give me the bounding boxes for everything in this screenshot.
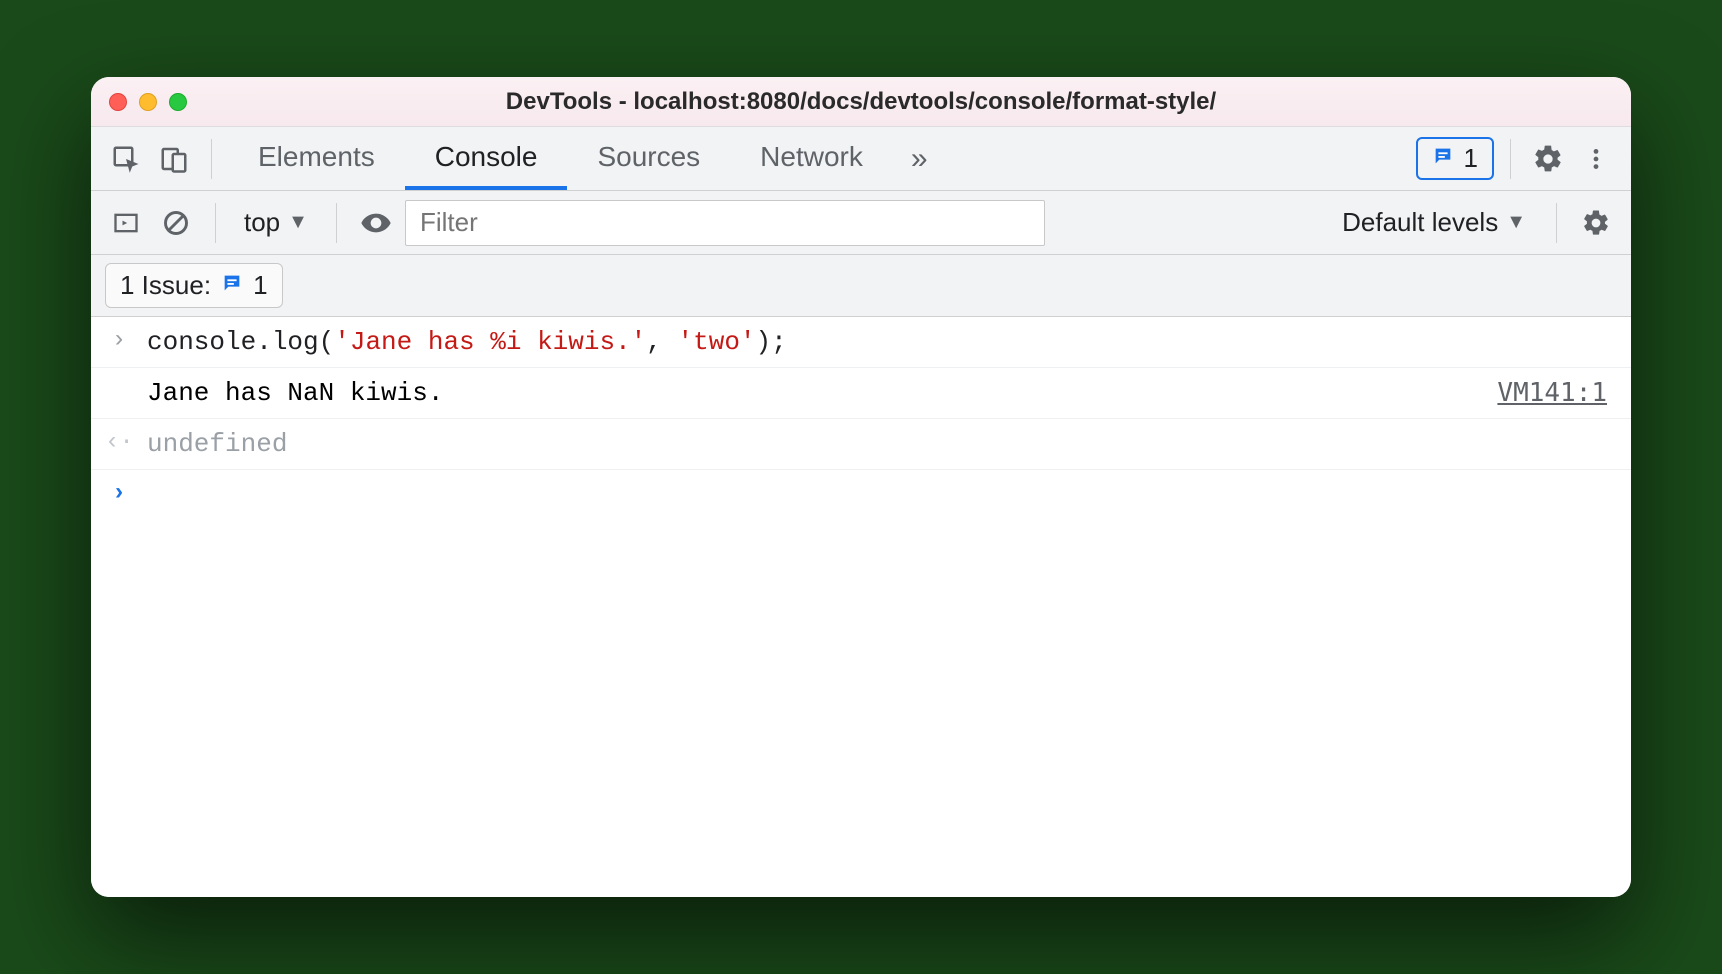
issue-chip-label: 1 Issue: <box>120 270 211 301</box>
fullscreen-window-button[interactable] <box>169 93 187 111</box>
console-sidebar-toggle-icon[interactable] <box>105 202 147 244</box>
live-expression-eye-icon[interactable] <box>355 202 397 244</box>
console-row: ‹· undefined <box>91 419 1631 470</box>
traffic-lights <box>109 93 187 111</box>
console-output: › console.log('Jane has %i kiwis.', 'two'… <box>91 317 1631 897</box>
panel-tabs: Elements Console Sources Network » <box>228 127 946 190</box>
kebab-menu-icon[interactable] <box>1575 138 1617 180</box>
console-row: Jane has NaN kiwis. VM141:1 <box>91 368 1631 419</box>
separator <box>1556 203 1557 243</box>
prompt-chevron-icon: › <box>105 480 133 507</box>
console-return-value: undefined <box>147 429 1617 459</box>
console-toolbar: top ▼ Default levels ▼ <box>91 191 1631 255</box>
console-log-output: Jane has NaN kiwis. <box>147 378 1483 408</box>
return-chevron-icon: ‹· <box>105 429 133 456</box>
tab-sources[interactable]: Sources <box>567 127 730 190</box>
issue-chip-count: 1 <box>253 270 267 301</box>
issue-chip[interactable]: 1 Issue: 1 <box>105 263 283 308</box>
tab-elements[interactable]: Elements <box>228 127 405 190</box>
minimize-window-button[interactable] <box>139 93 157 111</box>
tabs-overflow-button[interactable]: » <box>893 127 946 190</box>
input-chevron-icon: › <box>105 327 133 354</box>
issues-bar: 1 Issue: 1 <box>91 255 1631 317</box>
message-icon <box>221 270 243 301</box>
execution-context-dropdown[interactable]: top ▼ <box>234 207 318 238</box>
clear-console-icon[interactable] <box>155 202 197 244</box>
context-label: top <box>244 207 280 238</box>
close-window-button[interactable] <box>109 93 127 111</box>
issues-count: 1 <box>1464 143 1478 174</box>
device-toggle-icon[interactable] <box>153 138 195 180</box>
console-row: › console.log('Jane has %i kiwis.', 'two'… <box>91 317 1631 368</box>
levels-label: Default levels <box>1342 207 1498 238</box>
console-settings-gear-icon[interactable] <box>1575 202 1617 244</box>
console-input-code: console.log('Jane has %i kiwis.', 'two')… <box>147 327 1617 357</box>
tab-console[interactable]: Console <box>405 127 568 190</box>
source-link[interactable]: VM141:1 <box>1497 378 1617 408</box>
separator <box>211 139 212 179</box>
separator <box>215 203 216 243</box>
filter-input[interactable] <box>405 200 1045 246</box>
separator <box>1510 139 1511 179</box>
message-icon <box>1432 143 1454 174</box>
tab-network[interactable]: Network <box>730 127 893 190</box>
console-row: › <box>91 470 1631 520</box>
issues-button[interactable]: 1 <box>1416 137 1494 180</box>
chevron-down-icon: ▼ <box>1506 211 1526 234</box>
log-levels-dropdown[interactable]: Default levels ▼ <box>1330 207 1538 238</box>
main-toolbar: Elements Console Sources Network » 1 <box>91 127 1631 191</box>
devtools-window: DevTools - localhost:8080/docs/devtools/… <box>91 77 1631 897</box>
window-title: DevTools - localhost:8080/docs/devtools/… <box>506 88 1216 116</box>
chevron-down-icon: ▼ <box>288 211 308 234</box>
console-prompt-input[interactable] <box>147 480 1617 510</box>
separator <box>336 203 337 243</box>
inspect-element-icon[interactable] <box>105 138 147 180</box>
settings-gear-icon[interactable] <box>1527 138 1569 180</box>
titlebar: DevTools - localhost:8080/docs/devtools/… <box>91 77 1631 127</box>
